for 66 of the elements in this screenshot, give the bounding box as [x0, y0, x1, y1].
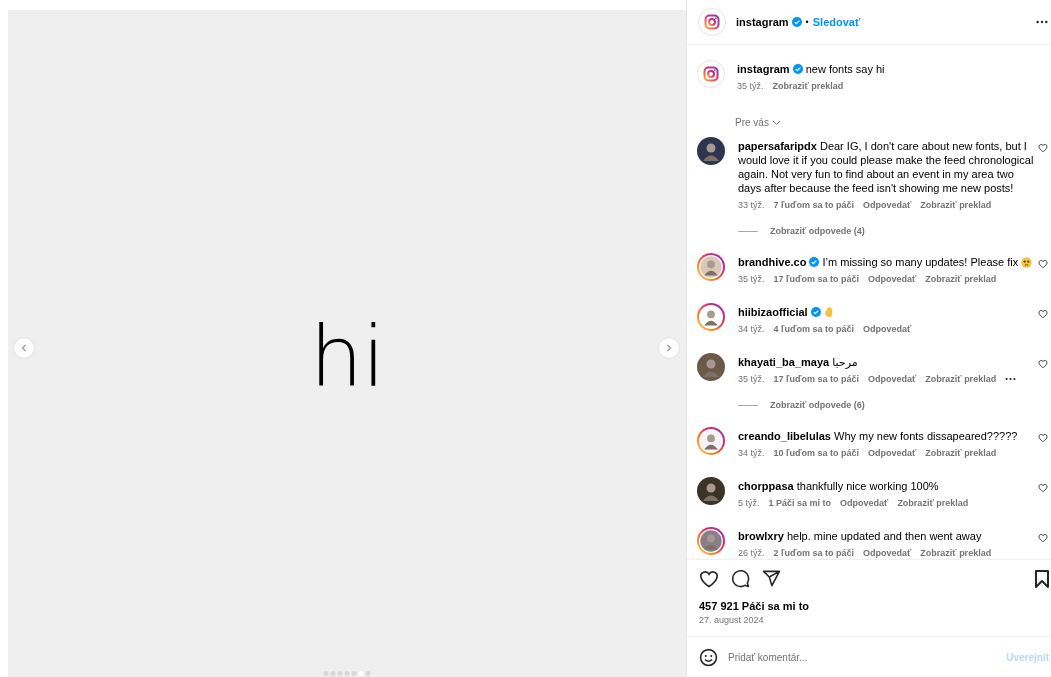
emoji-icon[interactable] — [699, 647, 718, 667]
likes-count[interactable]: 17 ľuďom sa to páči — [773, 373, 859, 385]
more-icon[interactable] — [1005, 377, 1017, 381]
likes-count[interactable]: 17 ľuďom sa to páči — [773, 273, 859, 285]
caret-icon — [771, 119, 781, 126]
follow-link[interactable]: Sledovať — [812, 16, 861, 28]
chevron-left-icon — [20, 344, 28, 352]
heart-icon[interactable] — [1038, 259, 1048, 269]
heart-icon[interactable] — [1038, 309, 1048, 319]
likes-count[interactable]: 10 ľuďom sa to páči — [773, 447, 859, 459]
bookmark-icon[interactable] — [1035, 569, 1049, 588]
timestamp: 26 týž. — [738, 547, 765, 559]
likes-count[interactable]: 2 ľuďom sa to páči — [773, 547, 854, 559]
timestamp: 33 týž. — [738, 199, 765, 211]
comment-icon[interactable] — [731, 569, 750, 588]
reply-link[interactable]: Odpovedať — [868, 273, 917, 285]
more-icon[interactable] — [1036, 20, 1048, 24]
translate-link[interactable]: Zobraziť preklad — [772, 80, 844, 92]
comment-input[interactable]: Pridať komentár... — [728, 651, 997, 663]
send-icon[interactable] — [762, 569, 781, 588]
reply-link[interactable]: Odpovedať — [840, 497, 889, 509]
comment-text: hiibizaofficial — [738, 305, 1034, 319]
avatar[interactable] — [697, 137, 725, 165]
avatar[interactable] — [697, 353, 725, 381]
heart-icon[interactable] — [1038, 143, 1048, 153]
comment-text: browlxry help. mine updated and then went away — [738, 529, 983, 543]
likes-count[interactable]: 1 Páči sa mi to — [768, 497, 832, 509]
chevron-right-icon — [665, 344, 673, 352]
username[interactable]: instagram — [736, 16, 789, 28]
reply-link[interactable]: Odpovedať — [868, 447, 917, 459]
heart-icon[interactable] — [1038, 433, 1048, 443]
translate-link[interactable]: Zobraziť preklad — [920, 547, 992, 559]
likes-count[interactable]: 4 ľuďom sa to páči — [773, 323, 854, 335]
timestamp: 34 týž. — [738, 323, 765, 335]
heart-icon[interactable] — [1038, 533, 1048, 543]
reply-link[interactable]: Odpovedať — [863, 547, 912, 559]
reply-link[interactable]: Odpovedať — [863, 199, 912, 211]
reply-link[interactable]: Odpovedať — [868, 373, 917, 385]
translate-link[interactable]: Zobraziť preklad — [925, 273, 997, 285]
timestamp: 35 týž. — [738, 373, 765, 385]
comment-text: papersafaripdx Dear IG, I don't care about new fonts, but I would love it if you could please make the feed chronological again. Not very fun to find about an event in my area two days after because the feed isn't showing me new posts! — [738, 139, 1034, 195]
post-text: hi — [309, 307, 385, 406]
reply-link[interactable]: Odpovedať — [863, 323, 912, 335]
caption-text: instagram new fonts say hi — [737, 62, 886, 76]
likes-total[interactable]: 457 921 Páči sa mi to — [699, 599, 1051, 613]
heart-icon[interactable] — [1038, 359, 1048, 369]
timestamp: 5 týž. — [738, 497, 760, 509]
separator: • — [805, 17, 809, 27]
timestamp: 35 týž. — [738, 273, 765, 285]
sort-dropdown[interactable]: Pre vás — [735, 117, 781, 128]
likes-count[interactable]: 7 ľuďom sa to páči — [773, 199, 854, 211]
heart-icon[interactable] — [699, 568, 719, 589]
comment-text: chorppasa thankfully nice working 100% — [738, 479, 940, 493]
view-replies-link[interactable]: Zobraziť odpovede (6) — [770, 399, 865, 411]
post-date: 27. august 2024 — [699, 614, 765, 626]
translate-link[interactable]: Zobraziť preklad — [897, 497, 969, 509]
timestamp: 35 týž. — [737, 80, 764, 92]
heart-icon[interactable] — [1038, 483, 1048, 493]
avatar[interactable] — [697, 477, 725, 505]
translate-link[interactable]: Zobraziť preklad — [925, 447, 997, 459]
translate-link[interactable]: Zobraziť preklad — [925, 373, 997, 385]
view-replies-link[interactable]: Zobraziť odpovede (4) — [770, 225, 865, 237]
translate-link[interactable]: Zobraziť preklad — [920, 199, 992, 211]
timestamp: 34 týž. — [738, 447, 765, 459]
comment-text: creando_libelulas Why my new fonts dissapeared????? — [738, 429, 1019, 443]
comment-text: brandhive.co I’m missing so many updates! Please fix — [738, 255, 1034, 269]
